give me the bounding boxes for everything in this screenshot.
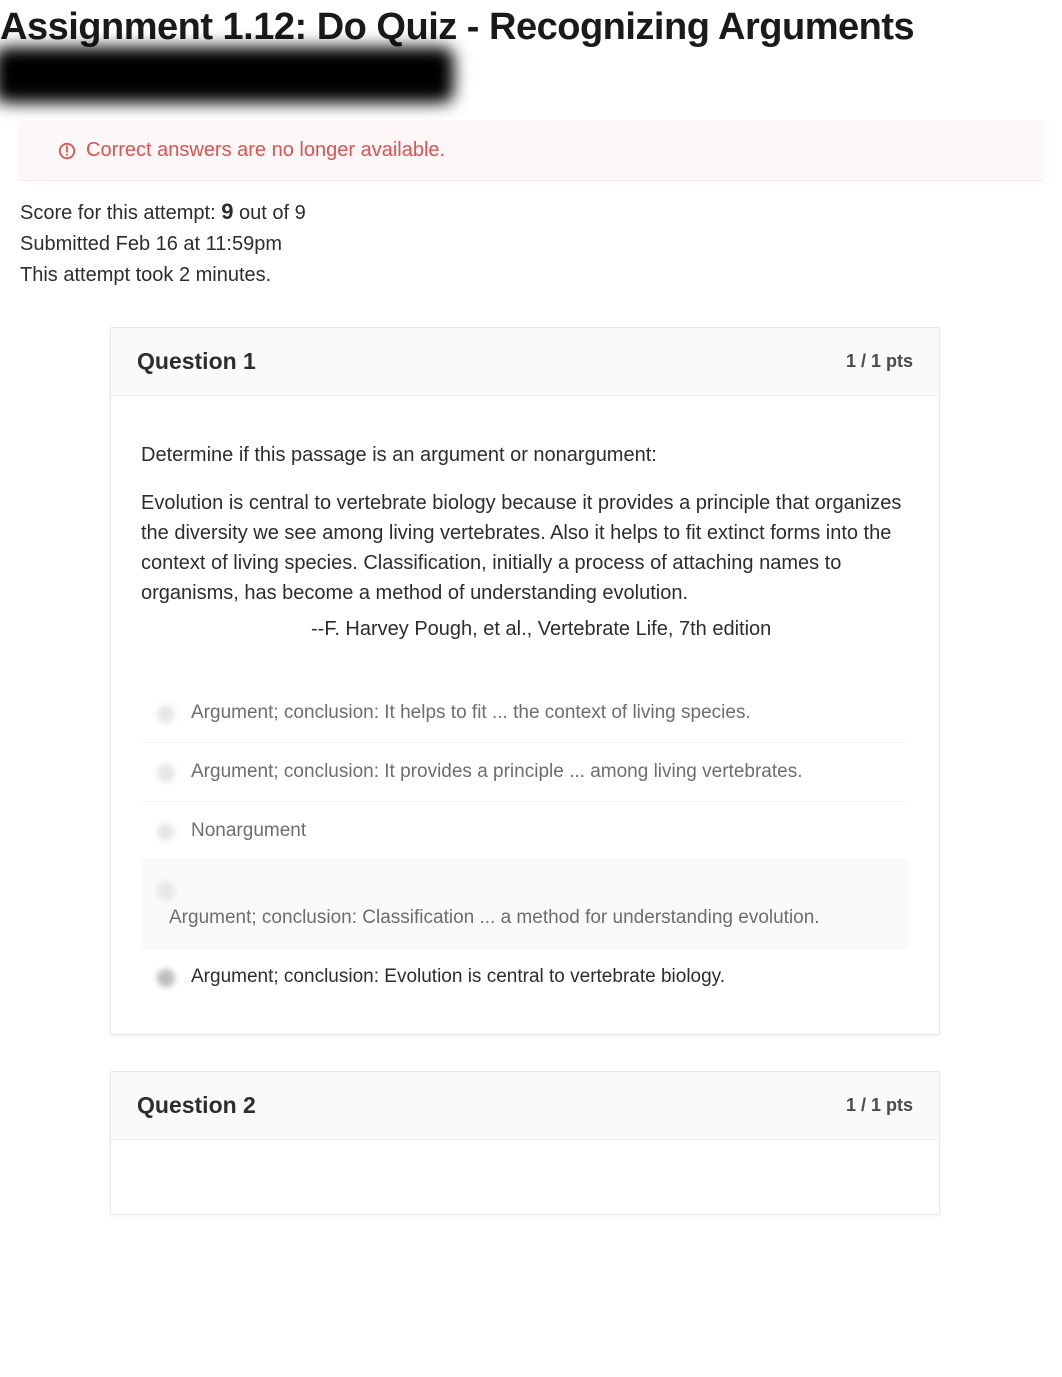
score-label-suffix: out of 9	[233, 202, 305, 224]
question-header: Question 1 1 / 1 pts	[111, 328, 939, 396]
answer-option[interactable]: Argument; conclusion: Classification ...…	[141, 860, 909, 947]
answer-text: Argument; conclusion: It helps to fit ..…	[191, 702, 901, 724]
radio-icon	[157, 823, 175, 841]
alert-banner: Correct answers are no longer available.	[18, 121, 1044, 181]
question-body: Determine if this passage is an argument…	[111, 396, 939, 674]
warning-icon	[58, 142, 76, 160]
radio-icon	[157, 969, 175, 987]
question-body	[111, 1140, 939, 1214]
submitted-line: Submitted Feb 16 at 11:59pm	[20, 229, 1042, 260]
answer-option[interactable]: Argument; conclusion: It provides a prin…	[141, 742, 909, 801]
answer-text: Argument; conclusion: Classification ...…	[169, 879, 901, 929]
radio-icon	[157, 705, 175, 723]
question-points: 1 / 1 pts	[846, 351, 913, 372]
score-line: Score for this attempt: 9 out of 9	[20, 195, 1042, 229]
question-title: Question 1	[137, 348, 256, 375]
question-title: Question 2	[137, 1092, 256, 1119]
questions-container: Question 1 1 / 1 pts Determine if this p…	[0, 291, 1062, 1291]
question-points: 1 / 1 pts	[846, 1095, 913, 1116]
radio-icon	[157, 882, 175, 900]
page-title: Assignment 1.12: Do Quiz - Recognizing A…	[0, 0, 1062, 51]
answer-text: Nonargument	[191, 820, 901, 842]
question-header: Question 2 1 / 1 pts	[111, 1072, 939, 1140]
radio-icon	[157, 764, 175, 782]
question-citation: --F. Harvey Pough, et al., Vertebrate Li…	[141, 614, 909, 644]
answer-text: Argument; conclusion: It provides a prin…	[191, 761, 901, 783]
question-passage: Evolution is central to vertebrate biolo…	[141, 488, 909, 608]
score-label-prefix: Score for this attempt:	[20, 202, 221, 224]
question-prompt: Determine if this passage is an argument…	[141, 440, 909, 470]
score-earned: 9	[221, 199, 233, 224]
answer-option[interactable]: Nonargument	[141, 801, 909, 860]
question-card: Question 1 1 / 1 pts Determine if this p…	[110, 327, 940, 1035]
answers-list: Argument; conclusion: It helps to fit ..…	[111, 674, 939, 1034]
answer-option-selected[interactable]: Argument; conclusion: Evolution is centr…	[141, 947, 909, 1006]
duration-line: This attempt took 2 minutes.	[20, 260, 1042, 291]
answer-option[interactable]: Argument; conclusion: It helps to fit ..…	[141, 684, 909, 742]
answer-text: Argument; conclusion: Evolution is centr…	[191, 966, 901, 988]
redacted-subtitle	[0, 47, 454, 103]
alert-text: Correct answers are no longer available.	[86, 139, 445, 162]
attempt-meta: Score for this attempt: 9 out of 9 Submi…	[0, 195, 1062, 291]
question-card: Question 2 1 / 1 pts	[110, 1071, 940, 1215]
